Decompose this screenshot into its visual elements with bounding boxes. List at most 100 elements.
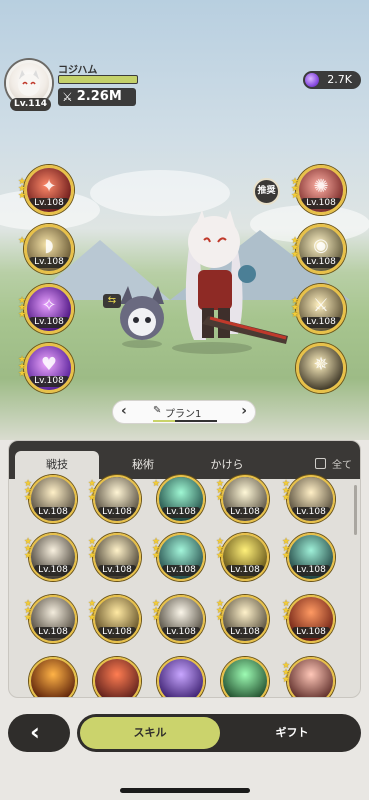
skill-stars: ★ ★ ★	[17, 297, 27, 320]
skill-grid-item[interactable]: Lv.108	[287, 595, 335, 643]
skill-grid-item[interactable]: Lv.108	[157, 595, 205, 643]
back-button[interactable]: ‹	[8, 714, 70, 752]
skill-stars: ★ ★ ★	[151, 538, 161, 561]
skill-stars: ★ ★ ★	[87, 538, 97, 561]
gift-mode-button[interactable]: ギフト	[227, 717, 357, 749]
skill-grid-item[interactable]: Lv.108	[157, 475, 205, 523]
skill-level: Lv.108	[226, 627, 264, 638]
skill-grid-item[interactable]	[93, 657, 141, 697]
skill-grid-item[interactable]: Lv.108	[93, 533, 141, 581]
skill-stars: ★ ★ ★	[281, 600, 291, 623]
star-icon: ★	[151, 479, 161, 489]
skill-emblem-icon: ◉	[313, 235, 329, 256]
skill-art	[289, 659, 333, 697]
skill-level: Lv.108	[34, 507, 72, 518]
skill-stars: ★ ★ ★	[281, 538, 291, 561]
skill-level: Lv.108	[98, 507, 136, 518]
plan-underline	[153, 420, 217, 422]
gem-icon	[305, 73, 319, 87]
skill-level: Lv.108	[34, 627, 72, 638]
star-icon: ★	[17, 310, 27, 320]
skill-grid-item[interactable]: Lv.108	[29, 533, 77, 581]
skill-grid-item[interactable]	[221, 657, 269, 697]
equipped-skill-left-4[interactable]: ♥ Lv.108	[24, 343, 74, 393]
star-icon: ★	[281, 613, 291, 623]
skill-emblem-icon: ✧	[41, 295, 57, 316]
skill-grid-item[interactable]: Lv.108	[157, 533, 205, 581]
bottom-bar: ‹ スキル ギフト	[0, 698, 369, 800]
skill-grid-item[interactable]: Lv.108	[221, 533, 269, 581]
crossed-swords-icon: ⚔	[62, 90, 73, 104]
skill-grid-item[interactable]	[29, 657, 77, 697]
skill-grid-item[interactable]: Lv.108	[93, 475, 141, 523]
pencil-icon[interactable]: ✎	[153, 405, 161, 416]
skill-level: Lv.108	[29, 376, 69, 387]
combat-power: ⚔ 2.26M	[58, 88, 136, 106]
star-icon: ★	[281, 551, 291, 561]
show-all-label: 全て	[332, 460, 352, 471]
skill-grid-item[interactable]: Lv.108	[221, 595, 269, 643]
star-icon: ★	[23, 551, 33, 561]
home-indicator[interactable]	[120, 788, 250, 793]
star-icon: ★	[215, 551, 225, 561]
fox-mask-icon	[18, 70, 40, 96]
skill-stars: ★ ★ ★	[290, 297, 300, 320]
checkbox[interactable]	[315, 458, 326, 469]
skill-grid-item[interactable]: Lv.108	[221, 475, 269, 523]
skill-level: Lv.108	[29, 257, 69, 268]
recommend-button[interactable]: 推奨	[253, 178, 280, 205]
skill-stars: ★ ★ ★	[151, 600, 161, 623]
star-icon: ★	[281, 493, 291, 503]
player-name: コジハム	[58, 65, 98, 76]
skill-grid-item[interactable]: Lv.108	[287, 533, 335, 581]
skill-stars: ★ ★ ★	[290, 178, 300, 201]
skill-level: Lv.108	[34, 565, 72, 576]
skill-grid-item[interactable]	[157, 657, 205, 697]
skill-stars: ★ ★ ★	[23, 538, 33, 561]
skill-stars: ★ ★ ★	[290, 237, 300, 260]
skill-level: Lv.108	[301, 317, 341, 328]
equipped-skill-right-2[interactable]: ◉ Lv.108	[296, 224, 346, 274]
skill-grid-item[interactable]: Lv.108	[287, 475, 335, 523]
skill-grid: Lv.108 ★ ★ ★ Lv.108 ★ ★ ★ Lv.108 ★ Lv.108 ★ ★ ★ Lv.108…	[9, 475, 360, 697]
skill-level: Lv.108	[301, 257, 341, 268]
skill-emblem-icon: ✦	[41, 176, 57, 197]
skill-grid-item[interactable]: Lv.108	[29, 475, 77, 523]
equipped-skill-right-1[interactable]: ✺ Lv.108	[296, 165, 346, 215]
skill-panel: 戦技 秘術 かけら 全て Lv.108 ★ ★ ★ Lv.108 ★ ★ ★ Lv.108 ★ Lv…	[8, 440, 361, 698]
skill-level: Lv.108	[162, 627, 200, 638]
player-level-badge: Lv.114	[10, 98, 52, 111]
skill-level: Lv.108	[292, 565, 330, 576]
skill-stars: ★ ★ ★	[17, 178, 27, 201]
skill-mode-button[interactable]: スキル	[80, 717, 220, 749]
equipped-skill-left-3[interactable]: ✧ Lv.108	[24, 284, 74, 334]
skill-stars: ★ ★ ★	[281, 662, 291, 685]
plan-next-arrow[interactable]: ›	[241, 403, 247, 419]
skill-grid-item[interactable]: Lv.108	[93, 595, 141, 643]
equipped-skill-right-3[interactable]: ⚔ Lv.108	[296, 284, 346, 334]
tab-fragments[interactable]: かけら	[187, 451, 267, 479]
skill-emblem-icon: ✵	[313, 354, 329, 375]
star-icon: ★	[290, 250, 300, 260]
skill-art	[223, 659, 267, 697]
star-icon: ★	[215, 613, 225, 623]
plan-prev-arrow[interactable]: ‹	[121, 403, 127, 419]
skill-level: Lv.108	[226, 507, 264, 518]
star-icon: ★	[17, 191, 27, 201]
equipped-skill-left-2[interactable]: ◗ Lv.108	[24, 224, 74, 274]
player-exp-bar	[58, 75, 138, 84]
gem-counter[interactable]: 2.7K	[303, 71, 361, 89]
pet-swap-icon[interactable]: ⇆	[103, 294, 121, 308]
skill-stars: ★	[151, 479, 161, 489]
equipped-skill-left-1[interactable]: ✦ Lv.108	[24, 165, 74, 215]
skill-stars: ★ ★ ★	[87, 480, 97, 503]
equipped-skill-right-4[interactable]: ✵	[296, 343, 346, 393]
skill-art	[95, 659, 139, 697]
show-all-toggle[interactable]: 全て	[315, 456, 352, 471]
star-icon: ★	[290, 310, 300, 320]
skill-emblem-icon: ⚔	[312, 295, 330, 316]
skill-grid-item[interactable]	[287, 657, 335, 697]
skill-grid-item[interactable]: Lv.108	[29, 595, 77, 643]
star-icon: ★	[87, 551, 97, 561]
scrollbar[interactable]	[354, 485, 357, 535]
